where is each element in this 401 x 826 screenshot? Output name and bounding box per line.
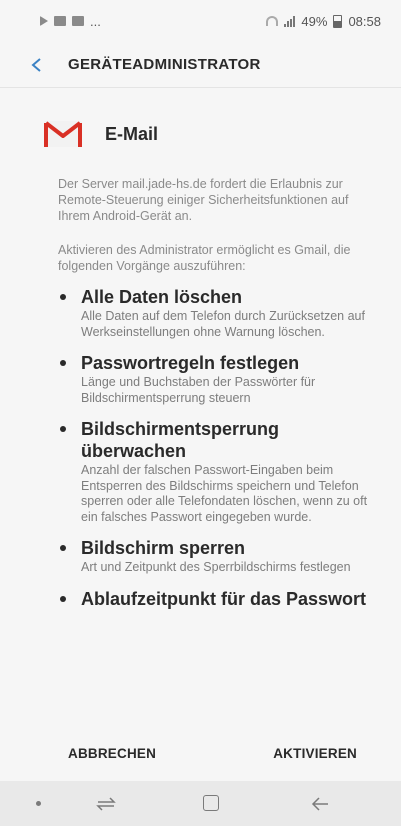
- status-system: 49% 08:58: [266, 14, 381, 29]
- navigation-bar: [0, 781, 401, 826]
- policy-title: Bildschirm sperren: [81, 538, 246, 558]
- policy-description: Alle Daten auf dem Telefon durch Zurücks…: [81, 309, 365, 339]
- cancel-button[interactable]: ABBRECHEN: [68, 746, 156, 761]
- app-header: E-Mail: [43, 114, 401, 154]
- policy-item: Ablaufzeitpunkt für das Passwort: [58, 588, 381, 610]
- activate-button[interactable]: AKTIVIEREN: [273, 746, 357, 761]
- play-notification-icon: [40, 16, 48, 26]
- policy-title: Ablaufzeitpunkt für das Passwort: [81, 588, 367, 609]
- mail-notification-icon: [54, 16, 66, 26]
- recent-apps-icon[interactable]: [95, 795, 117, 813]
- status-notifications: ...: [40, 14, 101, 29]
- policy-title: Bildschirmentsperrung überwachen: [81, 419, 280, 461]
- status-bar: ... 49% 08:58: [0, 0, 401, 42]
- content-scroll-area[interactable]: E-Mail Der Server mail.jade-hs.de forder…: [0, 90, 401, 725]
- battery-percent: 49%: [301, 13, 328, 29]
- page-title: GERÄTEADMINISTRATOR: [68, 56, 261, 73]
- policy-item: Alle Daten löschen Alle Daten auf dem Te…: [58, 286, 381, 340]
- policy-description: Länge und Buchstaben der Passwörter für …: [81, 375, 316, 405]
- screen: ... 49% 08:58 GERÄTEADMINISTRATOR E-Mail: [0, 0, 401, 826]
- request-description: Der Server mail.jade-hs.de fordert die E…: [58, 177, 349, 223]
- policy-description: Art und Zeitpunkt des Sperrbildschirms f…: [81, 560, 351, 574]
- battery-icon: [333, 14, 343, 28]
- home-icon[interactable]: [203, 795, 219, 811]
- policy-item: Bildschirmentsperrung überwachen Anzahl …: [58, 418, 381, 525]
- image-notification-icon: [72, 16, 84, 26]
- clock: 08:58: [348, 13, 381, 29]
- activation-description: Aktivieren des Administrator ermöglicht …: [58, 243, 351, 273]
- policy-description: Anzahl der falschen Passwort-Eingaben be…: [81, 463, 368, 524]
- signal-icon: [284, 15, 296, 27]
- more-notifications-ellipsis: ...: [90, 13, 101, 29]
- app-name: E-Mail: [105, 123, 159, 144]
- policy-title: Alle Daten löschen: [81, 287, 243, 307]
- policy-title: Passwortregeln festlegen: [81, 353, 300, 373]
- back-icon[interactable]: [310, 794, 330, 814]
- gmail-icon: [44, 121, 82, 147]
- policy-list: Alle Daten löschen Alle Daten auf dem Te…: [58, 286, 381, 610]
- wifi-icon: [266, 16, 279, 26]
- back-arrow-icon[interactable]: [30, 57, 44, 72]
- nav-hide-dot-icon[interactable]: [36, 801, 41, 806]
- policy-item: Bildschirm sperren Art und Zeitpunkt des…: [58, 537, 381, 576]
- policy-item: Passwortregeln festlegen Länge und Buchs…: [58, 352, 381, 406]
- action-bar: ABBRECHEN AKTIVIEREN: [0, 725, 401, 781]
- app-bar: GERÄTEADMINISTRATOR: [0, 42, 401, 88]
